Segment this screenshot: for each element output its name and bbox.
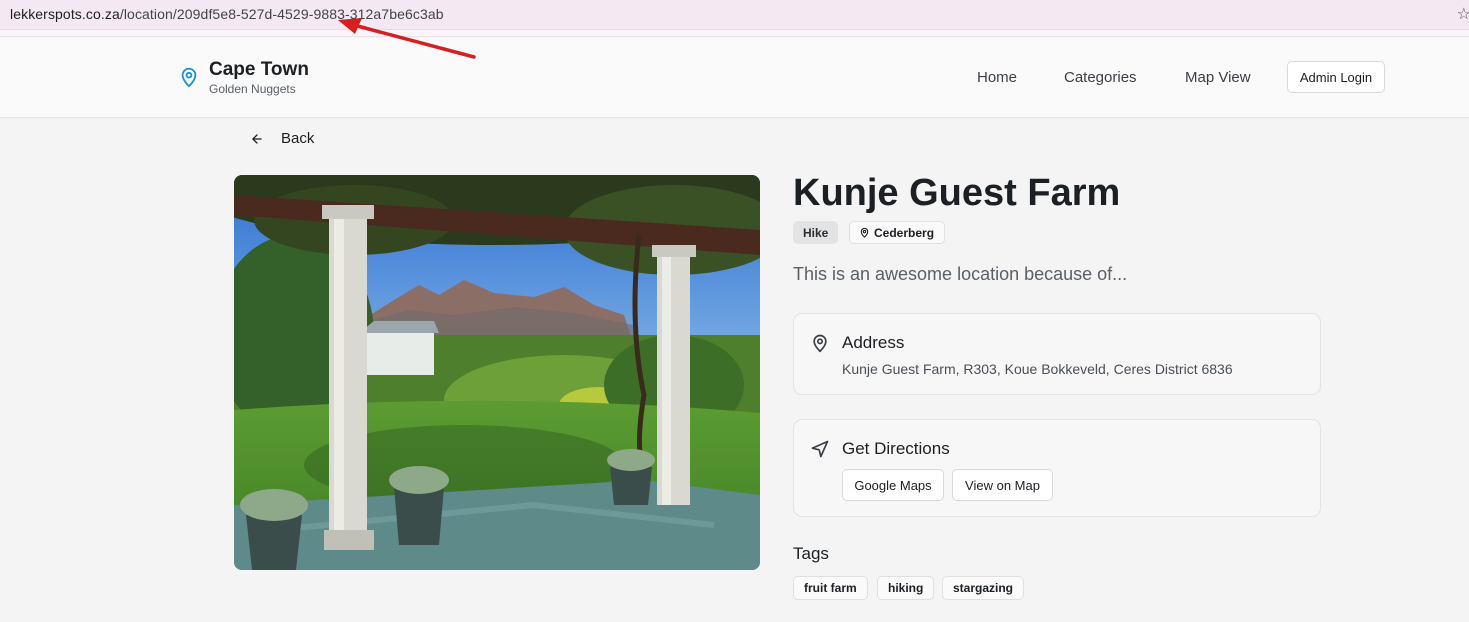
google-maps-button[interactable]: Google Maps [842,469,944,501]
url-text[interactable]: lekkerspots.co.za/location/209df5e8-527d… [10,6,444,22]
tag-chip[interactable]: fruit farm [793,576,868,600]
star-icon[interactable]: ☆ [1457,4,1469,24]
brand-title[interactable]: Cape Town [209,59,309,81]
map-pin-icon [181,67,197,88]
nav-home[interactable]: Home [977,69,1017,86]
map-pin-icon [860,227,869,238]
address-title: Address [842,333,905,352]
map-pin-icon [813,334,827,353]
region-badge: Cederberg [849,221,946,244]
location-title: Kunje Guest Farm [793,172,1121,214]
directions-card: Get Directions Google Maps View on Map [793,419,1321,517]
tag-chip[interactable]: stargazing [942,576,1025,600]
tags-heading: Tags [793,544,829,563]
back-link[interactable]: Back [250,130,314,147]
location-photo [234,175,760,570]
category-badge: Hike [793,221,839,244]
brand-subtitle: Golden Nuggets [209,82,296,96]
admin-login-button[interactable]: Admin Login [1287,61,1385,93]
back-label: Back [281,130,315,147]
browser-url-bar[interactable]: lekkerspots.co.za/location/209df5e8-527d… [0,0,1469,30]
browser-divider [0,30,1469,37]
arrow-left-icon [252,133,262,144]
address-card: Address Kunje Guest Farm, R303, Koue Bok… [793,313,1321,395]
nav-map-view[interactable]: Map View [1185,69,1251,86]
navigation-icon [811,440,829,458]
site-header: Cape Town Golden Nuggets Home Categories… [0,38,1469,118]
location-description: This is an awesome location because of..… [793,264,1128,284]
view-on-map-button[interactable]: View on Map [952,469,1053,501]
directions-title: Get Directions [842,439,950,458]
nav-categories[interactable]: Categories [1064,69,1137,86]
address-text: Kunje Guest Farm, R303, Koue Bokkeveld, … [842,361,1233,377]
tag-chip[interactable]: hiking [877,576,935,600]
region-label: Cederberg [874,225,935,240]
